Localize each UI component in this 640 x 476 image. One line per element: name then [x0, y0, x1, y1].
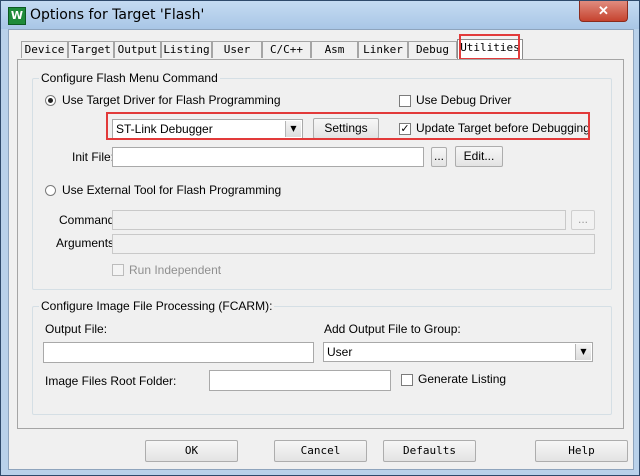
update-target-checkbox[interactable]: ✓ [399, 123, 411, 135]
use-debug-driver-label: Use Debug Driver [416, 93, 512, 107]
keil-app-icon: W [8, 7, 26, 25]
options-dialog: W Options for Target 'Flash' ✕ Device Ta… [0, 0, 640, 476]
chevron-down-icon[interactable]: ▼ [285, 121, 301, 137]
image-group-legend: Configure Image File Processing (FCARM): [39, 299, 275, 313]
use-target-driver-label: Use Target Driver for Flash Programming [62, 93, 281, 107]
image-processing-group: Configure Image File Processing (FCARM):… [32, 299, 612, 415]
arguments-input[interactable] [112, 234, 595, 254]
root-folder-input[interactable] [209, 370, 391, 391]
tab-user[interactable]: User [212, 41, 262, 58]
run-independent-label: Run Independent [129, 263, 222, 277]
close-button[interactable]: ✕ [579, 1, 628, 22]
add-output-group-label: Add Output File to Group: [324, 322, 461, 336]
output-file-label: Output File: [45, 322, 108, 336]
generate-listing-checkbox[interactable] [401, 374, 413, 386]
flash-menu-group: Configure Flash Menu Command Use Target … [32, 71, 612, 290]
command-browse-button[interactable]: ... [571, 210, 595, 230]
use-debug-driver-checkbox[interactable] [399, 95, 411, 107]
tab-device[interactable]: Device [21, 41, 68, 58]
use-external-tool-radio[interactable] [45, 185, 56, 196]
settings-button[interactable]: Settings [313, 118, 379, 139]
arguments-label: Arguments: [56, 236, 118, 250]
output-file-input[interactable] [43, 342, 314, 363]
group-select[interactable]: User ▼ [323, 342, 593, 362]
tab-linker[interactable]: Linker [358, 41, 408, 58]
driver-select[interactable]: ST-Link Debugger ▼ [112, 119, 303, 139]
utilities-panel: Configure Flash Menu Command Use Target … [17, 59, 624, 429]
defaults-button[interactable]: Defaults [383, 440, 476, 462]
ok-button[interactable]: OK [145, 440, 238, 462]
use-external-tool-label: Use External Tool for Flash Programming [62, 183, 282, 197]
driver-select-value: ST-Link Debugger [116, 122, 213, 136]
tab-listing[interactable]: Listing [161, 41, 212, 58]
use-target-driver-radio[interactable] [45, 95, 56, 106]
command-input[interactable] [112, 210, 566, 230]
dialog-client-area: Device Target Output Listing User C/C++ … [8, 29, 634, 470]
window-title: Options for Target 'Flash' [30, 7, 205, 23]
root-folder-label: Image Files Root Folder: [45, 374, 177, 388]
tab-utilities[interactable]: Utilities [457, 39, 523, 60]
tab-output[interactable]: Output [114, 41, 161, 58]
generate-listing-label: Generate Listing [418, 372, 507, 386]
init-file-input[interactable] [112, 147, 424, 167]
chevron-down-icon[interactable]: ▼ [575, 344, 591, 360]
title-bar[interactable]: W Options for Target 'Flash' ✕ [1, 1, 639, 29]
run-independent-checkbox[interactable] [112, 264, 124, 276]
flash-group-legend: Configure Flash Menu Command [39, 71, 220, 85]
init-file-browse-button[interactable]: ... [431, 147, 447, 167]
group-select-value: User [327, 345, 353, 359]
tab-c-cpp[interactable]: C/C++ [262, 41, 311, 58]
tab-debug[interactable]: Debug [408, 41, 457, 58]
tab-target[interactable]: Target [68, 41, 114, 58]
cancel-button[interactable]: Cancel [274, 440, 367, 462]
command-label: Command: [59, 213, 118, 227]
edit-button[interactable]: Edit... [455, 146, 503, 167]
init-file-label: Init File: [72, 150, 115, 164]
help-button[interactable]: Help [535, 440, 628, 462]
tab-asm[interactable]: Asm [311, 41, 358, 58]
update-target-label: Update Target before Debugging [416, 121, 590, 135]
